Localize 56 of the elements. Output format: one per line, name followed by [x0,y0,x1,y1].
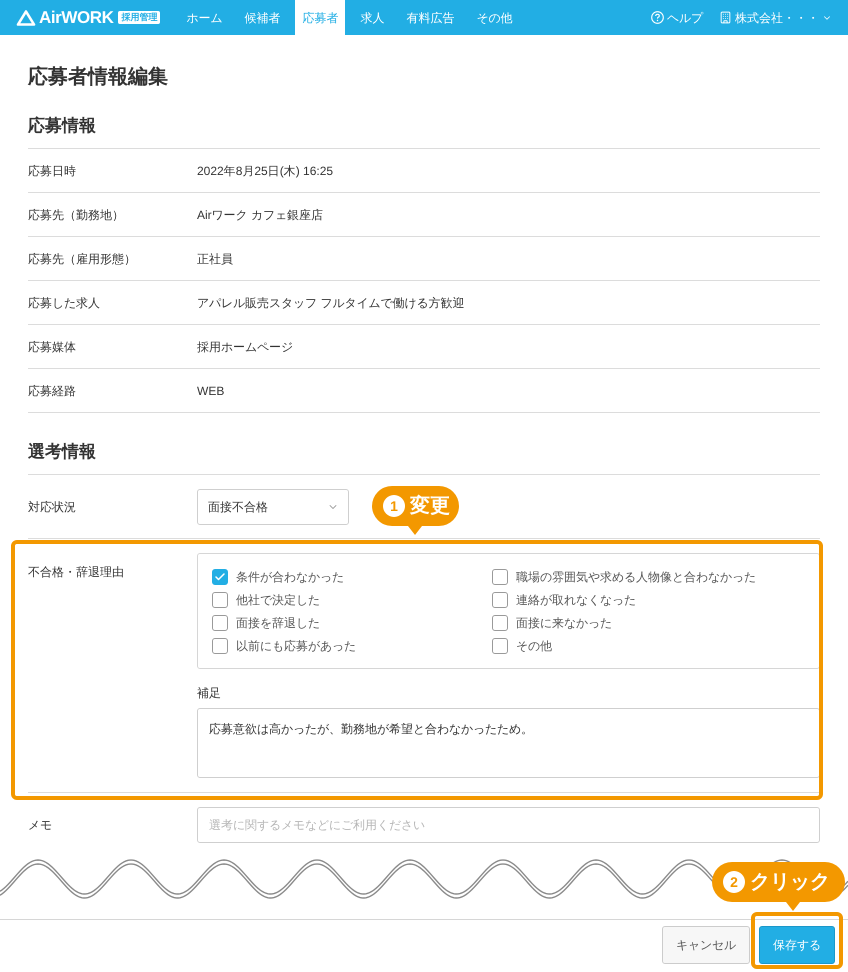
account-menu[interactable]: 株式会社・・・ [719,8,832,26]
checkbox-label: その他 [516,638,552,654]
checkbox-label: 面接に来なかった [516,614,612,632]
field-label: 対応状況 [28,498,77,516]
note-textarea[interactable]: 応募意欲は高かったが、勤務地が希望と合わなかったため。 [197,708,820,778]
nav-tab[interactable]: 求人 [353,0,392,35]
nav-tab[interactable]: ホーム [179,0,230,35]
nav-tab[interactable]: 候補者 [237,0,288,35]
checkbox-label: 連絡が取れなくなった [516,592,636,608]
checkbox[interactable] [492,614,508,630]
section-heading: 選考情報 [28,441,97,463]
field-label: 応募先（雇用形態） [28,250,137,268]
field-value: WEB [197,382,224,400]
callout-text: クリック [750,872,830,892]
checkbox[interactable] [212,592,228,608]
field-value: アパレル販売スタッフ フルタイムで働ける方歓迎 [197,294,464,312]
checkbox-label: 以前にも応募があった [236,638,356,654]
field-label: 応募媒体 [28,338,77,356]
logo-icon [16,8,36,26]
logo-badge: 採用管理 [118,11,160,24]
checkbox[interactable] [492,638,508,654]
field-label: 応募経路 [28,382,77,400]
checkbox-label: 面接を辞退した [236,614,320,632]
checkbox-label: 条件が合わなかった [236,568,344,586]
field-value: 採用ホームページ [197,338,293,356]
checkmark-icon [214,570,226,582]
section-heading: 応募情報 [28,115,97,137]
field-label: 補足 [197,685,222,702]
field-label: 応募した求人 [28,294,101,312]
cancel-button[interactable]: キャンセル [662,926,750,964]
field-label: 不合格・辞退理由 [28,564,125,581]
memo-input[interactable]: 選考に関するメモなどにご利用ください [197,807,820,843]
checkbox[interactable] [492,592,508,608]
checkbox-label: 職場の雰囲気や求める人物像と合わなかった [516,568,756,586]
nav-tab[interactable]: 有料広告 [399,0,462,35]
help-icon [651,11,664,24]
status-select[interactable]: 面接不合格 [197,488,349,524]
checkbox[interactable] [212,638,228,654]
logo-text: AirWORK [39,9,114,26]
field-value: 正社員 [197,250,233,268]
save-button[interactable]: 保存する [759,926,835,964]
field-value: 2022年8月25日(木) 16:25 [197,162,334,180]
page-title: 応募者情報編集 [28,64,169,90]
checkbox[interactable] [212,614,228,630]
field-value: Airワーク カフェ銀座店 [197,206,323,224]
field-label: 応募先（勤務地） [28,206,125,224]
field-label: 応募日時 [28,162,77,180]
nav-tab[interactable]: その他 [469,0,520,35]
building-icon [719,11,732,24]
nav-tab[interactable]: 応募者 [295,0,346,35]
checkbox[interactable] [492,568,508,584]
checkbox[interactable] [212,568,228,584]
callout-text: 変更 [410,496,450,516]
checkbox-label: 他社で決定した [236,592,320,608]
field-label: メモ [28,817,53,834]
help-link[interactable]: ヘルプ [651,8,703,26]
